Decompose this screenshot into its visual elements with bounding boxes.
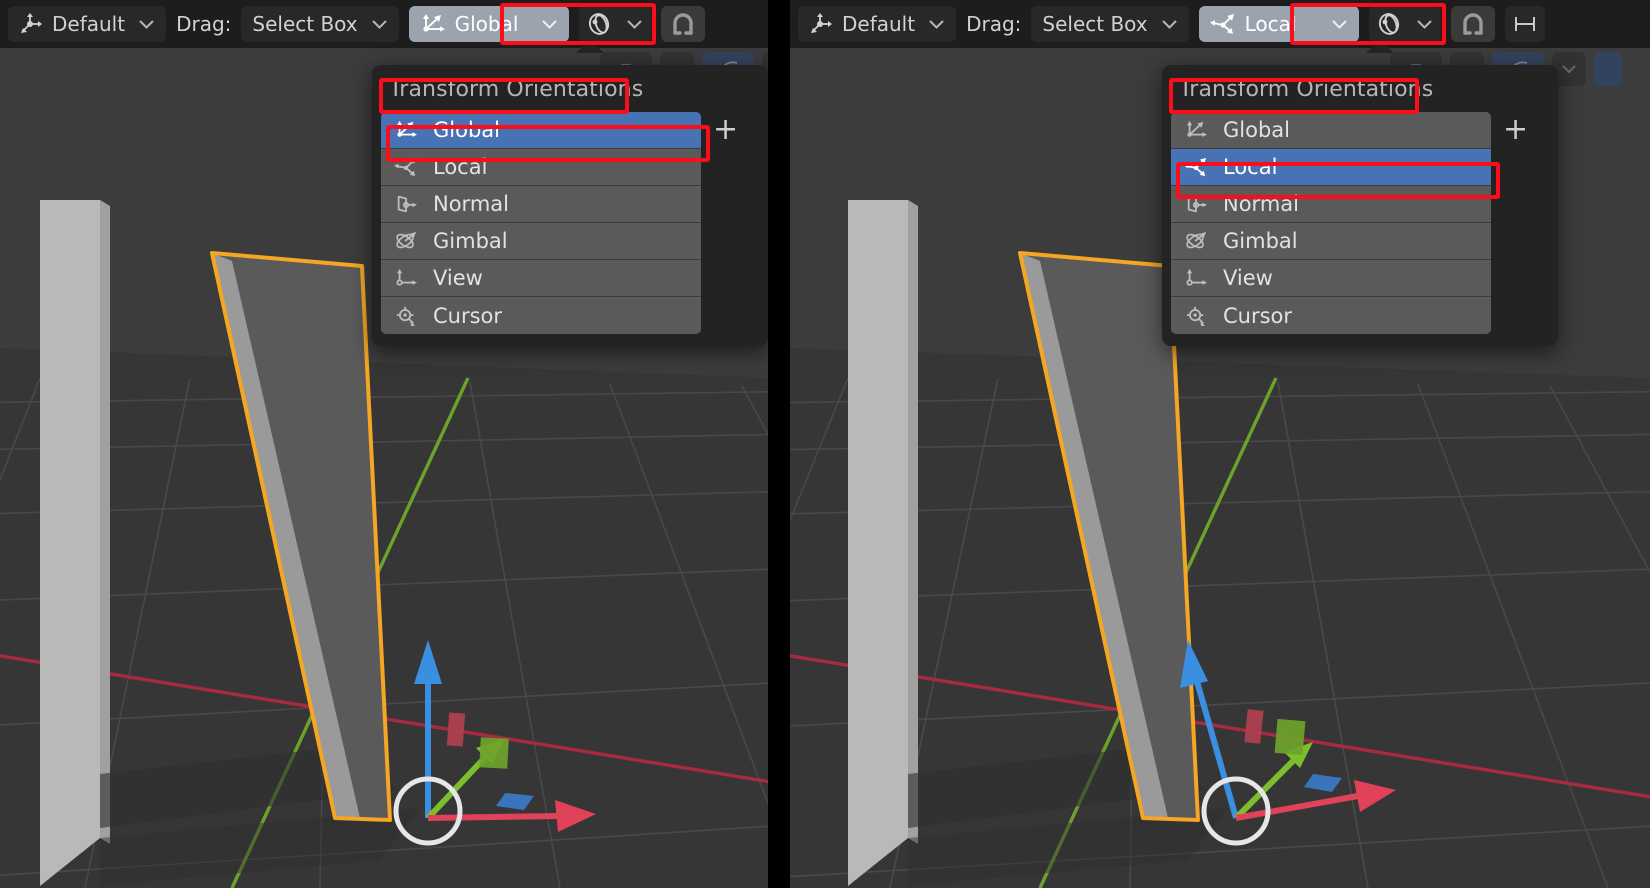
primary-toolbar-row-right: Default Drag: Select Box Local: [790, 0, 1545, 48]
move-tool-icon: [809, 12, 833, 36]
orientation-item-normal[interactable]: Normal: [1171, 186, 1491, 223]
cursor-orientation-icon: [1183, 305, 1209, 327]
popup-title: Transform Orientations: [389, 77, 644, 102]
orientation-item-local[interactable]: Local: [1171, 149, 1491, 186]
proportional-editing-icon: [587, 12, 613, 36]
transform-orientations-popup-right[interactable]: Transform Orientations Global Local Norm…: [1162, 65, 1558, 346]
drag-action-label: Select Box: [252, 12, 358, 36]
normal-orientation-icon: [1183, 193, 1209, 215]
orientation-item-label: View: [1223, 266, 1273, 290]
orientation-item-cursor[interactable]: Cursor: [1171, 297, 1491, 334]
orientation-item-global[interactable]: Global: [1171, 112, 1491, 149]
orientation-item-view[interactable]: View: [1171, 260, 1491, 297]
global-orientation-icon: [1183, 119, 1209, 141]
local-orientation-icon: [1183, 156, 1209, 178]
view-orientation-icon: [1183, 267, 1209, 289]
orientation-item-label: Global: [1223, 118, 1290, 142]
chevron-down-icon: [1416, 19, 1433, 30]
orientation-item-gimbal[interactable]: Gimbal: [381, 223, 701, 260]
chevron-down-icon: [541, 19, 558, 30]
orientation-item-label: Local: [1223, 155, 1278, 179]
view-orientation-icon: [393, 267, 419, 289]
toolbar-left: Default Drag: Select Box Global: [0, 0, 768, 86]
popup-nub-right: [1366, 40, 1394, 53]
global-orientation-icon: [420, 12, 446, 36]
global-orientation-icon: [393, 119, 419, 141]
viewport-panel-right: Default Drag: Select Box Local Transform…: [790, 0, 1650, 888]
snap-magnet-icon: [669, 11, 697, 37]
active-tool-select-right[interactable]: Default: [798, 6, 957, 42]
orientation-item-label: Normal: [433, 192, 509, 216]
snap-toggle-left[interactable]: [660, 6, 705, 42]
transform-orientation-label: Global: [454, 12, 519, 36]
orientation-item-gimbal[interactable]: Gimbal: [1171, 223, 1491, 260]
chevron-down-icon: [1161, 19, 1178, 30]
drag-label: Drag:: [966, 12, 1022, 36]
orientation-list-left[interactable]: Global Local Normal Gimbal View Cursor: [381, 112, 701, 334]
orientation-item-global[interactable]: Global: [381, 112, 701, 149]
popup-title: Transform Orientations: [1179, 77, 1434, 102]
drag-action-select-left[interactable]: Select Box: [241, 6, 399, 42]
active-tool-select-left[interactable]: Default: [8, 6, 167, 42]
orientation-item-label: Cursor: [433, 303, 503, 328]
orientation-item-normal[interactable]: Normal: [381, 186, 701, 223]
cursor-orientation-icon: [393, 305, 419, 327]
screenshot-root: Default Drag: Select Box Global Transfor…: [0, 0, 1650, 888]
transform-orientation-select-right[interactable]: Local: [1198, 6, 1359, 42]
orientation-item-local[interactable]: Local: [381, 149, 701, 186]
proportional-editing-toggle-right[interactable]: [1368, 6, 1441, 42]
proportional-editing-toggle-left[interactable]: [578, 6, 651, 42]
active-tool-label: Default: [52, 12, 126, 36]
transform-orientations-popup-left[interactable]: Transform Orientations Global Local Norm…: [372, 65, 768, 346]
chevron-down-icon: [626, 19, 643, 30]
chevron-down-icon: [371, 19, 388, 30]
viewport-panel-left: Default Drag: Select Box Global Transfor…: [0, 0, 768, 888]
transform-orientation-label: Local: [1244, 12, 1297, 36]
panel-divider: [768, 0, 790, 888]
chevron-down-icon: [928, 19, 945, 30]
overlay-toggle-right[interactable]: [1594, 52, 1622, 86]
snap-magnet-icon: [1459, 11, 1487, 37]
drag-action-label: Select Box: [1042, 12, 1148, 36]
orientation-item-label: Gimbal: [1223, 229, 1298, 253]
snap-increment-icon: [1513, 13, 1537, 35]
orientation-item-label: Normal: [1223, 192, 1299, 216]
snap-target-select-right[interactable]: [1504, 6, 1545, 42]
chevron-down-icon: [138, 19, 155, 30]
gimbal-orientation-icon: [393, 230, 419, 252]
normal-orientation-icon: [393, 193, 419, 215]
toolbar-right: Default Drag: Select Box Local: [790, 0, 1650, 86]
add-custom-orientation-button[interactable]: +: [713, 115, 738, 145]
proportional-editing-icon: [1377, 12, 1403, 36]
local-orientation-icon: [1209, 12, 1236, 36]
snap-toggle-right[interactable]: [1450, 6, 1495, 42]
local-orientation-icon: [393, 156, 419, 178]
drag-label: Drag:: [176, 12, 232, 36]
transform-orientation-select-left[interactable]: Global: [408, 6, 569, 42]
add-custom-orientation-button[interactable]: +: [1503, 115, 1528, 145]
popup-nub-left: [576, 40, 604, 53]
drag-action-select-right[interactable]: Select Box: [1031, 6, 1189, 42]
move-tool-icon: [19, 12, 43, 36]
orientation-item-cursor[interactable]: Cursor: [381, 297, 701, 334]
orientation-item-label: Cursor: [1223, 303, 1293, 328]
orientation-item-label: Global: [433, 118, 500, 142]
orientation-item-label: View: [433, 266, 483, 290]
active-tool-label: Default: [842, 12, 916, 36]
orientation-item-label: Gimbal: [433, 229, 508, 253]
orientation-list-right[interactable]: Global Local Normal Gimbal View Cursor: [1171, 112, 1491, 334]
orientation-item-view[interactable]: View: [381, 260, 701, 297]
orientation-item-label: Local: [433, 155, 488, 179]
gimbal-orientation-icon: [1183, 230, 1209, 252]
chevron-down-icon: [1331, 19, 1348, 30]
